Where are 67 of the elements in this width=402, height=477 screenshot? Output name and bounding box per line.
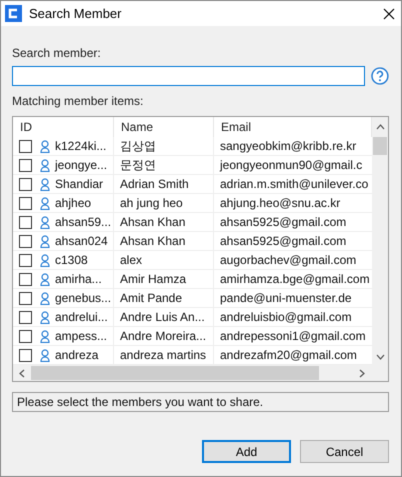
row-checkbox[interactable] [19, 272, 32, 286]
member-id: andreza [55, 347, 98, 364]
row-checkbox[interactable] [19, 330, 32, 342]
member-name: Amir Hamza [114, 270, 214, 289]
help-icon[interactable] [371, 67, 389, 85]
scroll-thumb[interactable] [31, 366, 319, 380]
row-checkbox[interactable] [19, 292, 32, 304]
row-checkbox[interactable] [19, 234, 32, 248]
window-title: Search Member [29, 6, 122, 21]
row-checkbox[interactable] [19, 158, 32, 172]
person-icon [40, 234, 50, 248]
row-checkbox[interactable] [19, 216, 32, 228]
member-id: Shandiar [55, 176, 104, 193]
member-id: k1224ki... [55, 138, 106, 155]
person-icon [40, 158, 50, 172]
column-header[interactable]: ID [13, 117, 114, 137]
member-name: Andre Luis An... [114, 308, 214, 327]
person-icon [40, 196, 50, 210]
search-label: Search member: [12, 45, 102, 62]
status-message: Please select the members you want to share. [12, 392, 389, 412]
scroll-up-icon[interactable] [376, 123, 384, 131]
row-checkbox[interactable] [19, 254, 32, 266]
scroll-thumb[interactable] [373, 137, 387, 155]
vertical-scrollbar[interactable] [372, 117, 388, 365]
list-label: Matching member items: [12, 93, 144, 110]
row-checkbox[interactable] [19, 348, 32, 362]
member-name: Ahsan Khan [114, 213, 214, 232]
person-icon [40, 272, 50, 286]
search-field[interactable] [12, 66, 366, 86]
add-button[interactable]: Add [202, 440, 291, 463]
app-logo-icon [5, 5, 22, 22]
scroll-left-icon[interactable] [18, 368, 26, 378]
member-name: 문정연 [114, 156, 214, 175]
person-icon [40, 254, 50, 266]
member-name: alex [114, 251, 214, 270]
row-checkbox[interactable] [19, 140, 32, 152]
member-id: ahsan59... [55, 214, 112, 231]
member-name: ah jung heo [114, 194, 214, 213]
member-id: andrelui... [55, 309, 108, 326]
person-icon [40, 292, 50, 304]
member-id: genebus... [55, 290, 112, 307]
member-id: jeongye... [55, 157, 108, 174]
member-name: Andre Moreira... [114, 327, 214, 346]
row-checkbox[interactable] [19, 196, 32, 210]
person-icon [40, 310, 50, 324]
member-id: ampess... [55, 328, 108, 345]
scroll-right-icon[interactable] [358, 368, 366, 378]
member-id: c1308 [55, 252, 88, 269]
horizontal-scrollbar[interactable] [13, 365, 372, 381]
column-header[interactable]: Name [114, 117, 214, 137]
member-name: 김상엽 [114, 137, 214, 156]
member-name: Ahsan Khan [114, 232, 214, 251]
close-icon[interactable] [383, 8, 395, 20]
scroll-down-icon[interactable] [376, 353, 384, 361]
member-id: ahsan024 [55, 233, 108, 250]
member-id: ahjheo [55, 195, 92, 212]
member-name: Adrian Smith [114, 175, 214, 194]
person-icon [40, 178, 50, 190]
person-icon [40, 140, 50, 152]
cancel-button[interactable]: Cancel [300, 440, 389, 463]
person-icon [40, 216, 50, 228]
row-checkbox[interactable] [19, 310, 32, 324]
person-icon [40, 330, 50, 342]
person-icon [40, 348, 50, 362]
member-name: Amit Pande [114, 289, 214, 308]
member-id: amirha... [55, 271, 102, 288]
row-checkbox[interactable] [19, 178, 32, 190]
